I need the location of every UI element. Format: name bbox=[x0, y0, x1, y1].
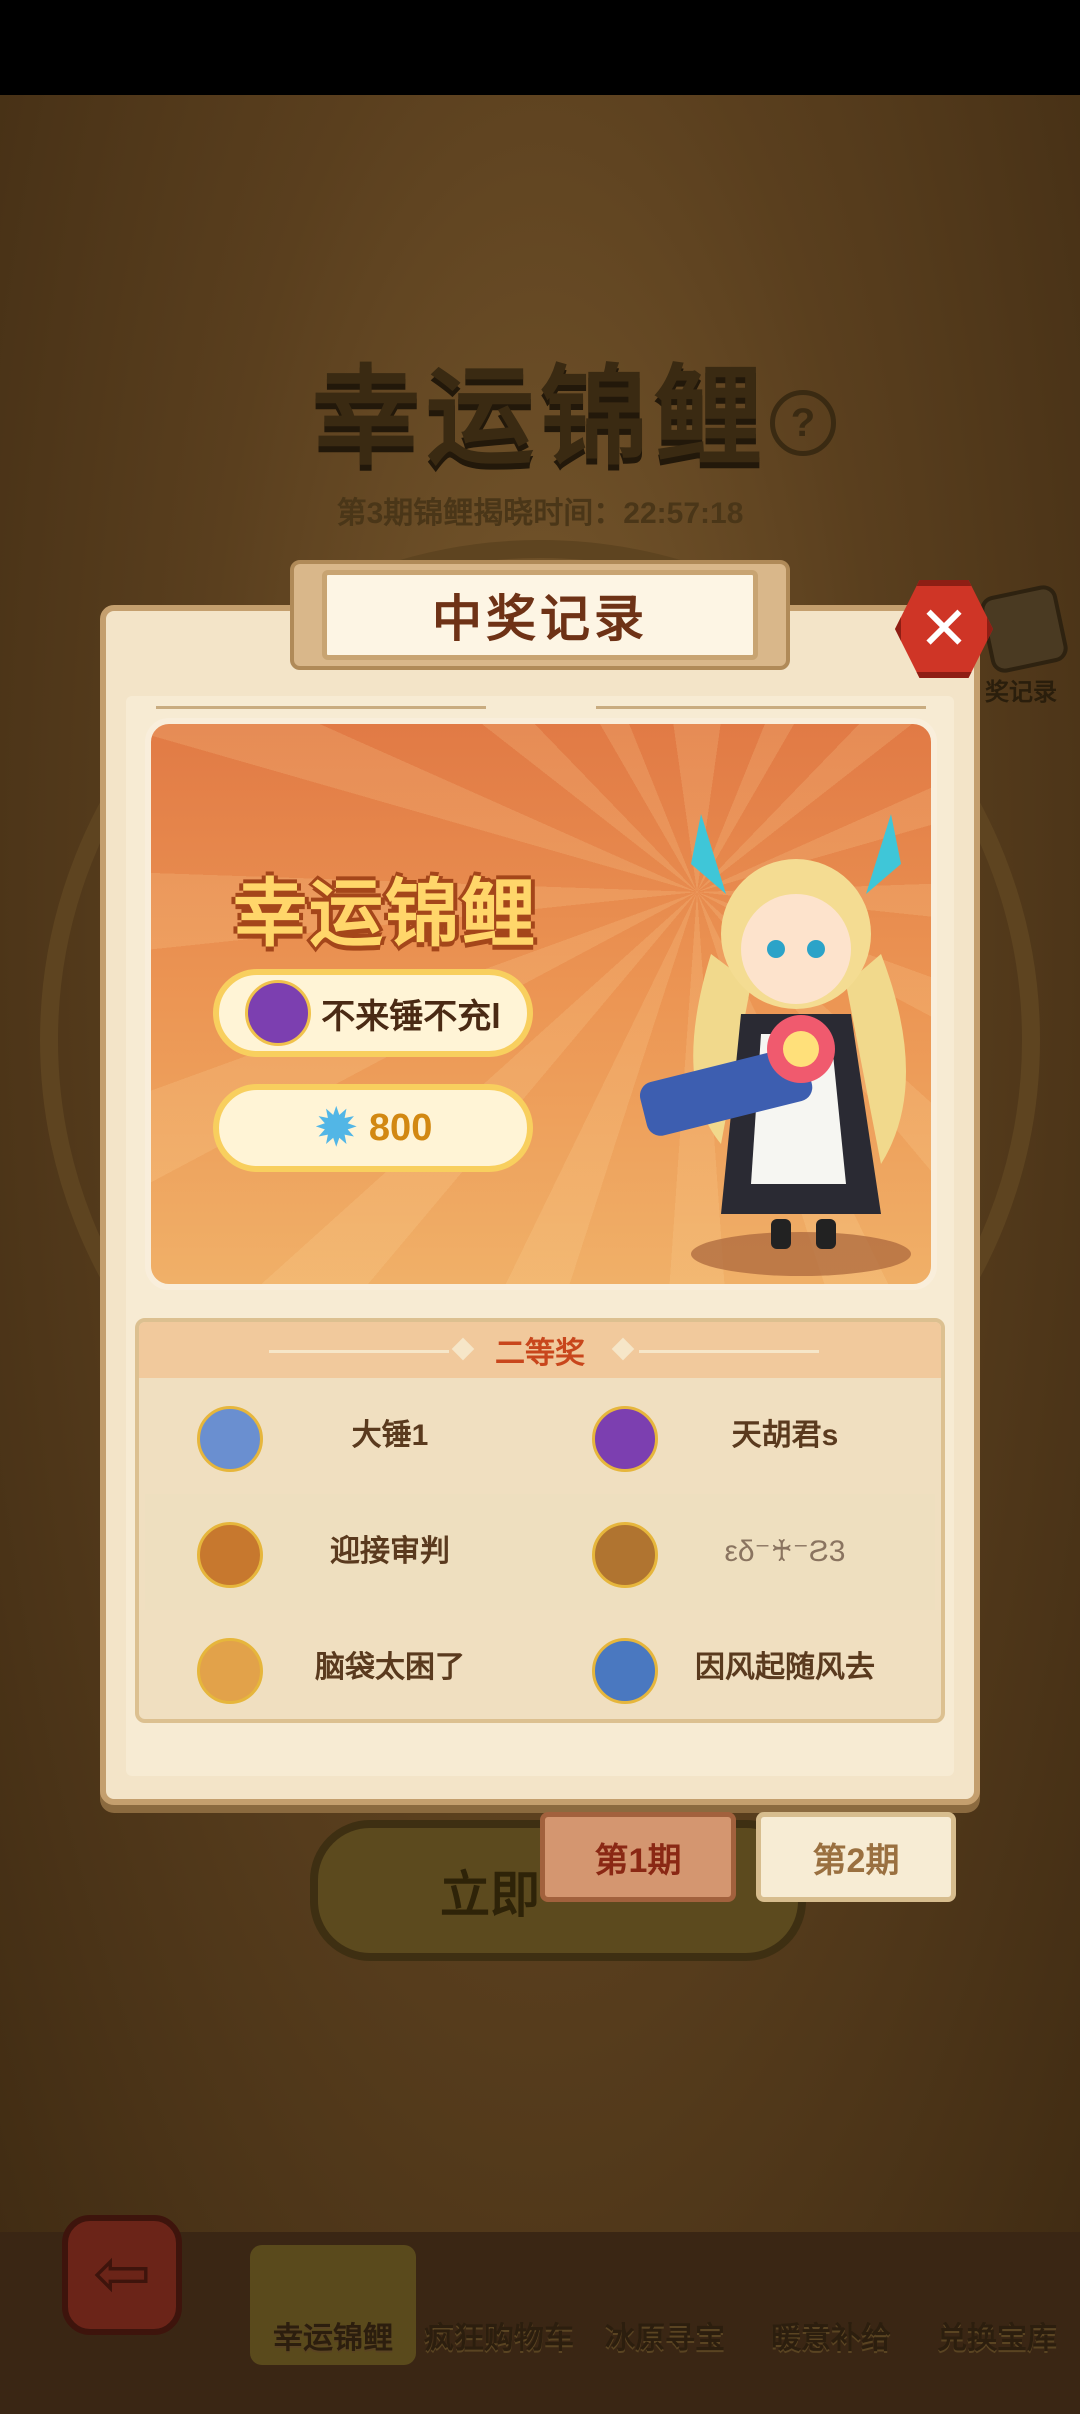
divider bbox=[596, 706, 926, 709]
second-prize-header: 二等奖 bbox=[139, 1322, 941, 1378]
tab-ice-treasure[interactable]: 冰原寻宝 bbox=[582, 2245, 748, 2365]
maid-character-image bbox=[639, 814, 911, 1276]
bottom-tabs: 幸运锦鲤 疯狂购物车 冰原寻宝 暖意补给 兑换宝库 bbox=[250, 2245, 1080, 2365]
action-button-label: 立即 bbox=[440, 1867, 540, 1923]
reward-amount: 800 bbox=[368, 1106, 433, 1149]
prize-row: 迎接审判 εδ⁻♰⁻Ƨ3 bbox=[145, 1494, 935, 1610]
prize-row: 脑袋太困了 因风起随风去 bbox=[145, 1610, 935, 1726]
period-label: 第1期 bbox=[594, 1841, 682, 1880]
avatar bbox=[197, 1522, 263, 1588]
tab-lucky-koi[interactable]: 幸运锦鲤 bbox=[250, 2245, 416, 2365]
divider bbox=[639, 1350, 819, 1353]
question-icon[interactable]: ? bbox=[770, 390, 836, 456]
avatar bbox=[592, 1638, 658, 1704]
modal-title: 中奖记录 bbox=[322, 570, 758, 660]
tab-warm-supply[interactable]: 暖意补给 bbox=[748, 2245, 914, 2365]
tab-label: 冰原寻宝 bbox=[605, 2322, 725, 2355]
winner-cell: εδ⁻♰⁻Ƨ3 bbox=[540, 1494, 935, 1610]
prize-row: 大锤1 天胡君s bbox=[145, 1378, 935, 1494]
avatar bbox=[197, 1406, 263, 1472]
banner-title: 幸运锦鲤 bbox=[233, 872, 537, 955]
avatar bbox=[592, 1406, 658, 1472]
winner-cell: 天胡君s bbox=[540, 1378, 935, 1494]
tab-period-2[interactable]: 第2期 bbox=[756, 1812, 956, 1902]
tab-label: 兑换宝库 bbox=[937, 2322, 1057, 2355]
avatar bbox=[592, 1522, 658, 1588]
tab-label: 幸运锦鲤 bbox=[273, 2322, 393, 2355]
second-prize-title: 二等奖 bbox=[495, 1337, 585, 1370]
status-bar bbox=[0, 0, 1080, 95]
winner-cell: 因风起随风去 bbox=[540, 1610, 935, 1726]
winner-name: 不来锤不充l bbox=[321, 997, 501, 1036]
close-x-icon: ✕ bbox=[918, 595, 970, 662]
crystal-star-icon: ✹ bbox=[313, 1098, 359, 1158]
tab-shopping-cart[interactable]: 疯狂购物车 bbox=[416, 2245, 582, 2365]
reward-pill: ✹ 800 bbox=[213, 1084, 533, 1172]
winner-name: 脑袋太困了 bbox=[315, 1651, 465, 1684]
divider bbox=[269, 1350, 449, 1353]
reveal-time: 第3期锦鲤揭晓时间：22:57:18 bbox=[336, 497, 744, 530]
record-label[interactable]: 奖记录 bbox=[985, 672, 1057, 707]
back-arrow-icon[interactable]: ⇦ bbox=[62, 2215, 182, 2335]
winner-name: 因风起随风去 bbox=[695, 1651, 875, 1684]
divider bbox=[156, 706, 486, 709]
winner-cell: 脑袋太困了 bbox=[145, 1610, 540, 1726]
tab-label: 疯狂购物车 bbox=[424, 2322, 574, 2355]
winner-banner: 幸运锦鲤 不来锤不充l ✹ 800 bbox=[145, 718, 937, 1290]
winner-name: 天胡君s bbox=[731, 1419, 839, 1452]
winner-pill: 不来锤不充l bbox=[213, 969, 533, 1057]
tab-label: 暖意补给 bbox=[771, 2322, 891, 2355]
tab-exchange-vault[interactable]: 兑换宝库 bbox=[914, 2245, 1080, 2365]
avatar bbox=[197, 1638, 263, 1704]
avatar bbox=[245, 980, 312, 1046]
tab-period-1[interactable]: 第1期 bbox=[540, 1812, 736, 1902]
background-title: 幸运锦鲤 bbox=[311, 356, 768, 477]
winner-name: 迎接审判 bbox=[330, 1535, 450, 1568]
winner-cell: 迎接审判 bbox=[145, 1494, 540, 1610]
winner-cell: 大锤1 bbox=[145, 1378, 540, 1494]
winner-name: εδ⁻♰⁻Ƨ3 bbox=[724, 1535, 846, 1568]
second-prize-panel: 二等奖 大锤1 天胡君s 迎接审判 εδ⁻♰⁻Ƨ3 脑袋太困了 因风起随风去 bbox=[135, 1318, 945, 1723]
winner-name: 大锤1 bbox=[351, 1419, 429, 1452]
modal-title-text: 中奖记录 bbox=[432, 591, 648, 647]
period-label: 第2期 bbox=[812, 1841, 900, 1880]
